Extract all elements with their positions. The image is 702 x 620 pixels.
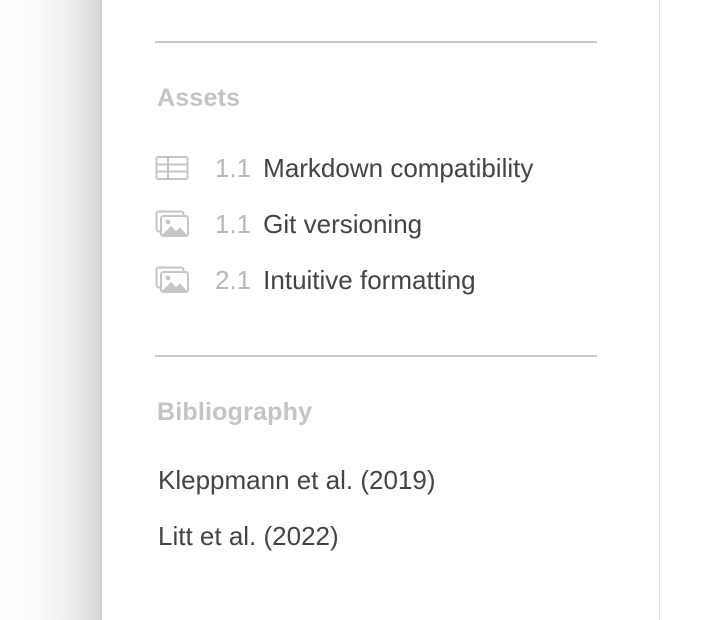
divider-bottom (155, 355, 597, 357)
document-viewer: Assets 1.1 Markdown compatibility 1.1 Gi… (0, 0, 702, 620)
image-icon (155, 210, 191, 238)
asset-number: 1.1 (215, 208, 252, 239)
bibliography-item-kleppmann[interactable]: Kleppmann et al. (2019) (158, 465, 436, 496)
asset-label: Markdown compatibility (263, 152, 534, 183)
asset-number: 2.1 (215, 264, 252, 295)
table-icon (155, 154, 191, 182)
asset-item-intuitive-formatting[interactable]: 2.1 Intuitive formatting (155, 263, 476, 297)
assets-heading: Assets (157, 84, 241, 112)
divider-top (155, 41, 597, 43)
asset-item-git-versioning[interactable]: 1.1 Git versioning (155, 207, 422, 241)
page-shadow (0, 0, 101, 620)
bibliography-item-litt[interactable]: Litt et al. (2022) (158, 521, 339, 552)
asset-item-markdown-compatibility[interactable]: 1.1 Markdown compatibility (155, 151, 533, 185)
asset-number: 1.1 (215, 152, 252, 183)
sidebar-panel: Assets 1.1 Markdown compatibility 1.1 Gi… (101, 0, 660, 620)
asset-label: Intuitive formatting (263, 264, 476, 295)
image-icon (155, 266, 191, 294)
asset-label: Git versioning (263, 208, 423, 239)
bibliography-heading: Bibliography (157, 398, 313, 426)
